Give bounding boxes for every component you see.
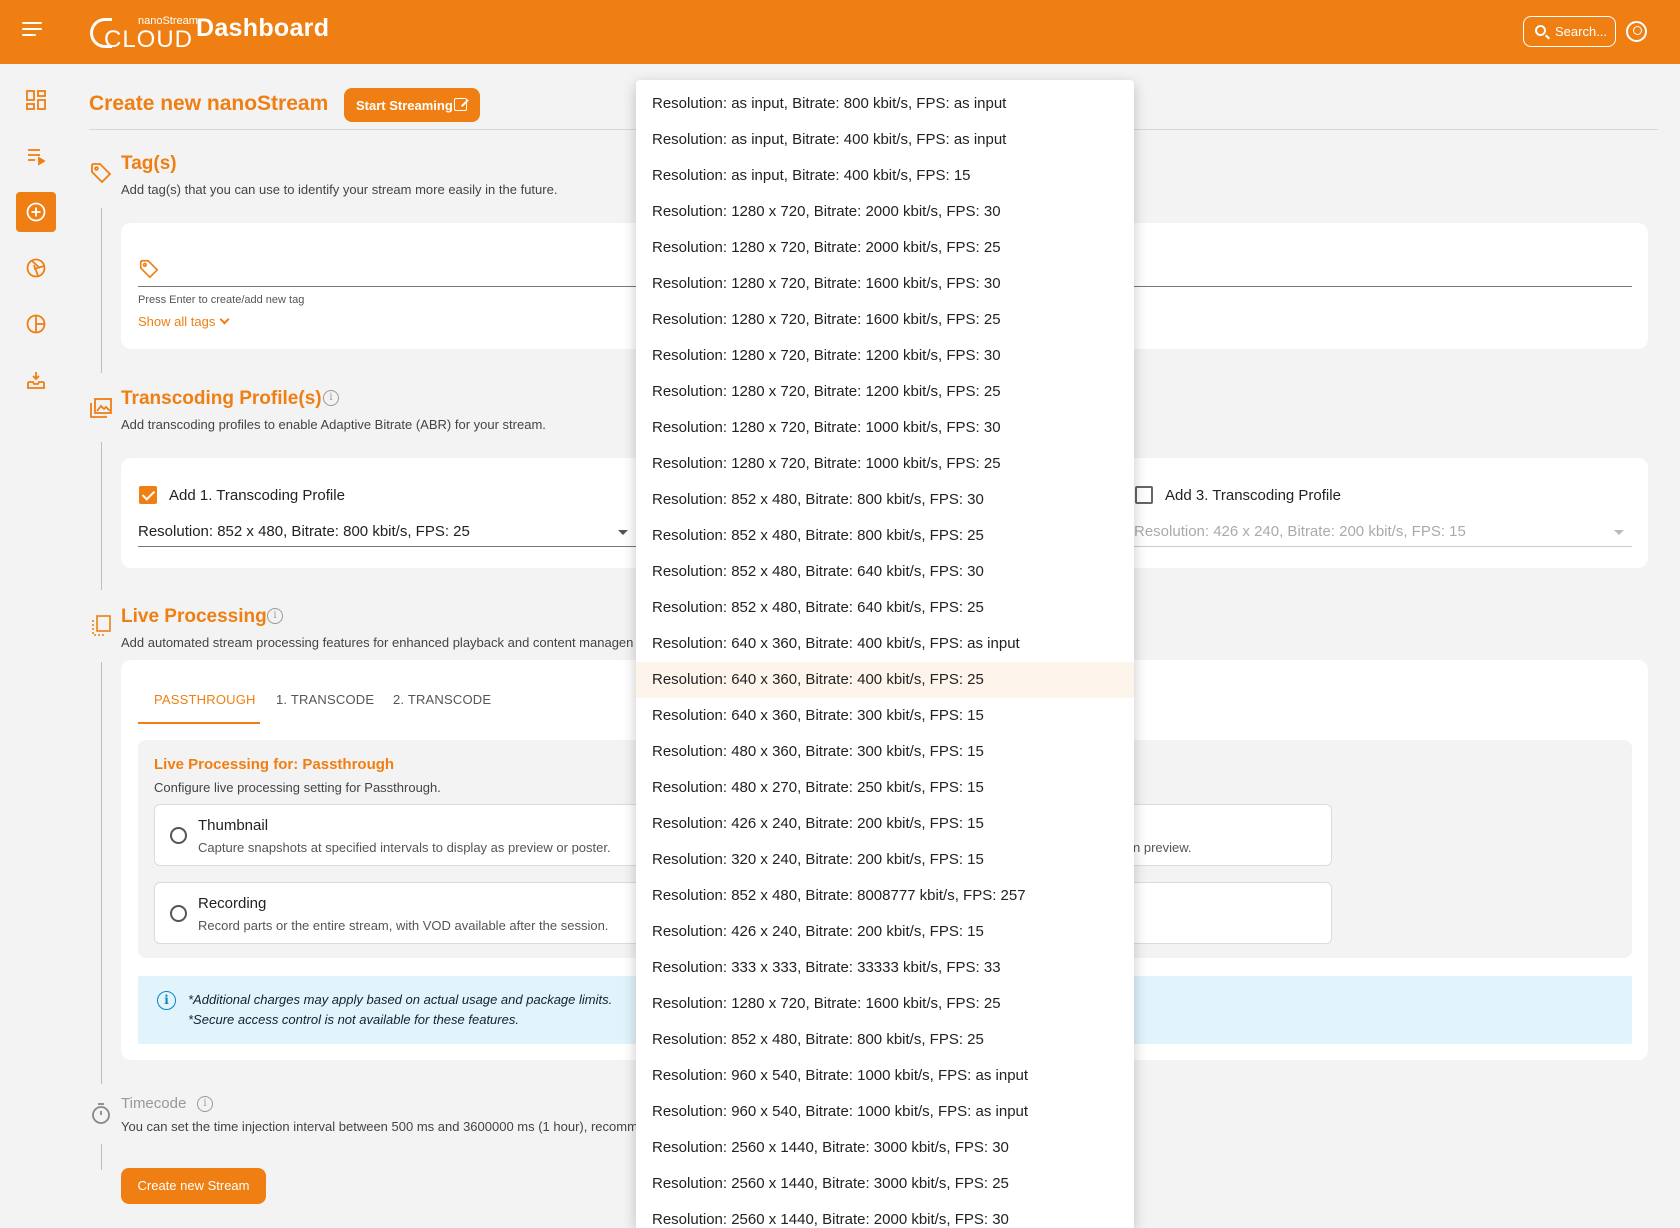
- dropdown-option[interactable]: Resolution: 1280 x 720, Bitrate: 1200 kb…: [636, 338, 1134, 374]
- active-tab-indicator: [138, 722, 260, 724]
- images-icon: [90, 398, 112, 418]
- dropdown-option[interactable]: Resolution: 852 x 480, Bitrate: 800 kbit…: [636, 482, 1134, 518]
- profile-1-checkbox[interactable]: [139, 486, 157, 504]
- top-bar: nanoStream CLOUD Dashboard Search...: [0, 0, 1680, 64]
- dropdown-option[interactable]: Resolution: 426 x 240, Bitrate: 200 kbit…: [636, 806, 1134, 842]
- section-connector: [101, 208, 102, 373]
- dropdown-option[interactable]: Resolution: 852 x 480, Bitrate: 800 kbit…: [636, 1022, 1134, 1058]
- dropdown-option[interactable]: Resolution: 1280 x 720, Bitrate: 1000 kb…: [636, 410, 1134, 446]
- start-streaming-button[interactable]: Start Streaming: [344, 88, 480, 122]
- dropdown-option[interactable]: Resolution: 640 x 360, Bitrate: 400 kbit…: [636, 626, 1134, 662]
- page-title: Create new nanoStream: [89, 92, 329, 115]
- dropdown-option[interactable]: Resolution: as input, Bitrate: 800 kbit/…: [636, 86, 1134, 122]
- dropdown-option[interactable]: Resolution: 1280 x 720, Bitrate: 1600 kb…: [636, 302, 1134, 338]
- thumbnail-radio[interactable]: [170, 827, 187, 844]
- tab-1-transcode[interactable]: 1. TRANSCODE: [276, 692, 374, 707]
- dropdown-option[interactable]: Resolution: 960 x 540, Bitrate: 1000 kbi…: [636, 1094, 1134, 1130]
- dropdown-option[interactable]: Resolution: 852 x 480, Bitrate: 8008777 …: [636, 878, 1134, 914]
- tag-input-icon: [139, 259, 159, 279]
- dropdown-option[interactable]: Resolution: 852 x 480, Bitrate: 640 kbit…: [636, 554, 1134, 590]
- menu-icon[interactable]: [22, 22, 42, 42]
- section-connector: [101, 662, 102, 1084]
- info-icon: i: [157, 991, 176, 1010]
- show-all-tags-link[interactable]: Show all tags: [138, 314, 230, 329]
- dropdown-option[interactable]: Resolution: 640 x 360, Bitrate: 400 kbit…: [636, 662, 1134, 698]
- caret-down-icon: [618, 530, 628, 535]
- profile-3-checkbox[interactable]: [1135, 486, 1153, 504]
- dropdown-option[interactable]: Resolution: 1280 x 720, Bitrate: 2000 kb…: [636, 194, 1134, 230]
- stream-list-icon[interactable]: [16, 136, 56, 176]
- tags-title: Tag(s): [121, 153, 177, 174]
- profile-dropdown-menu: Resolution: as input, Bitrate: 800 kbit/…: [636, 80, 1134, 1228]
- live-processing-description: Add automated stream processing features…: [121, 635, 634, 650]
- dropdown-option[interactable]: Resolution: 480 x 360, Bitrate: 300 kbit…: [636, 734, 1134, 770]
- sidebar: [0, 64, 72, 1228]
- dropdown-option[interactable]: Resolution: as input, Bitrate: 400 kbit/…: [636, 122, 1134, 158]
- timecode-description: You can set the time injection interval …: [121, 1119, 638, 1134]
- live-processing-title: Live Processing: [121, 606, 267, 627]
- recording-radio[interactable]: [170, 905, 187, 922]
- dropdown-option[interactable]: Resolution: 960 x 540, Bitrate: 1000 kbi…: [636, 1058, 1134, 1094]
- timecode-title: Timecode: [121, 1095, 187, 1112]
- dropdown-option[interactable]: Resolution: 480 x 270, Bitrate: 250 kbit…: [636, 770, 1134, 806]
- info-icon[interactable]: i: [197, 1096, 213, 1112]
- aperture-icon[interactable]: [16, 248, 56, 288]
- external-link-icon: [454, 98, 467, 111]
- dropdown-option[interactable]: Resolution: 1280 x 720, Bitrate: 2000 kb…: [636, 230, 1134, 266]
- select-underline: [138, 546, 636, 547]
- dropdown-option[interactable]: Resolution: as input, Bitrate: 400 kbit/…: [636, 158, 1134, 194]
- dropdown-option[interactable]: Resolution: 1280 x 720, Bitrate: 1000 kb…: [636, 446, 1134, 482]
- dropdown-option[interactable]: Resolution: 320 x 240, Bitrate: 200 kbit…: [636, 842, 1134, 878]
- tags-description: Add tag(s) that you can use to identify …: [121, 182, 558, 197]
- transcoding-description: Add transcoding profiles to enable Adapt…: [121, 417, 546, 432]
- profile-3-label: Add 3. Transcoding Profile: [1165, 487, 1341, 504]
- search-button[interactable]: Search...: [1523, 16, 1616, 47]
- chevron-down-icon: [219, 314, 230, 325]
- profile-1-label: Add 1. Transcoding Profile: [169, 487, 345, 504]
- dashboard-grid-icon[interactable]: [16, 80, 56, 120]
- dropdown-option[interactable]: Resolution: 1280 x 720, Bitrate: 1600 kb…: [636, 266, 1134, 302]
- profile-1-select[interactable]: Resolution: 852 x 480, Bitrate: 800 kbit…: [138, 523, 470, 540]
- section-connector: [101, 1144, 102, 1170]
- transcoding-title: Transcoding Profile(s): [121, 388, 322, 409]
- tab-2-transcode[interactable]: 2. TRANSCODE: [393, 692, 491, 707]
- dropdown-option[interactable]: Resolution: 333 x 333, Bitrate: 33333 kb…: [636, 950, 1134, 986]
- stopwatch-icon: [92, 1103, 110, 1124]
- tag-hint: Press Enter to create/add new tag: [138, 294, 305, 306]
- dropdown-option[interactable]: Resolution: 426 x 240, Bitrate: 200 kbit…: [636, 914, 1134, 950]
- inbox-download-icon[interactable]: [16, 360, 56, 400]
- profile-3-select: Resolution: 426 x 240, Bitrate: 200 kbit…: [1134, 523, 1466, 540]
- dropdown-option[interactable]: Resolution: 1280 x 720, Bitrate: 1600 kb…: [636, 986, 1134, 1022]
- dropdown-option[interactable]: Resolution: 852 x 480, Bitrate: 640 kbit…: [636, 590, 1134, 626]
- add-circle-icon[interactable]: [16, 192, 56, 232]
- copy-icon: [92, 615, 111, 636]
- panel-description: Configure live processing setting for Pa…: [154, 780, 441, 795]
- select-underline: [1134, 546, 1632, 547]
- search-icon: [1535, 25, 1546, 36]
- dropdown-option[interactable]: Resolution: 1280 x 720, Bitrate: 1200 kb…: [636, 374, 1134, 410]
- dropdown-option[interactable]: Resolution: 2560 x 1440, Bitrate: 2000 k…: [636, 1202, 1134, 1228]
- pie-chart-icon[interactable]: [16, 304, 56, 344]
- caret-down-icon: [1614, 530, 1624, 535]
- section-connector: [101, 442, 102, 590]
- app-title: Dashboard: [196, 14, 330, 42]
- create-stream-button[interactable]: Create new Stream: [121, 1168, 266, 1204]
- dropdown-option[interactable]: Resolution: 640 x 360, Bitrate: 300 kbit…: [636, 698, 1134, 734]
- tag-icon: [91, 163, 112, 184]
- dropdown-option[interactable]: Resolution: 2560 x 1440, Bitrate: 3000 k…: [636, 1130, 1134, 1166]
- dropdown-option[interactable]: Resolution: 2560 x 1440, Bitrate: 3000 k…: [636, 1166, 1134, 1202]
- account-icon[interactable]: [1626, 21, 1647, 42]
- panel-title: Live Processing for: Passthrough: [154, 756, 395, 773]
- info-icon[interactable]: i: [267, 608, 283, 624]
- dropdown-option[interactable]: Resolution: 852 x 480, Bitrate: 800 kbit…: [636, 518, 1134, 554]
- tab-passthrough[interactable]: PASSTHROUGH: [154, 692, 256, 707]
- info-icon[interactable]: i: [323, 390, 339, 406]
